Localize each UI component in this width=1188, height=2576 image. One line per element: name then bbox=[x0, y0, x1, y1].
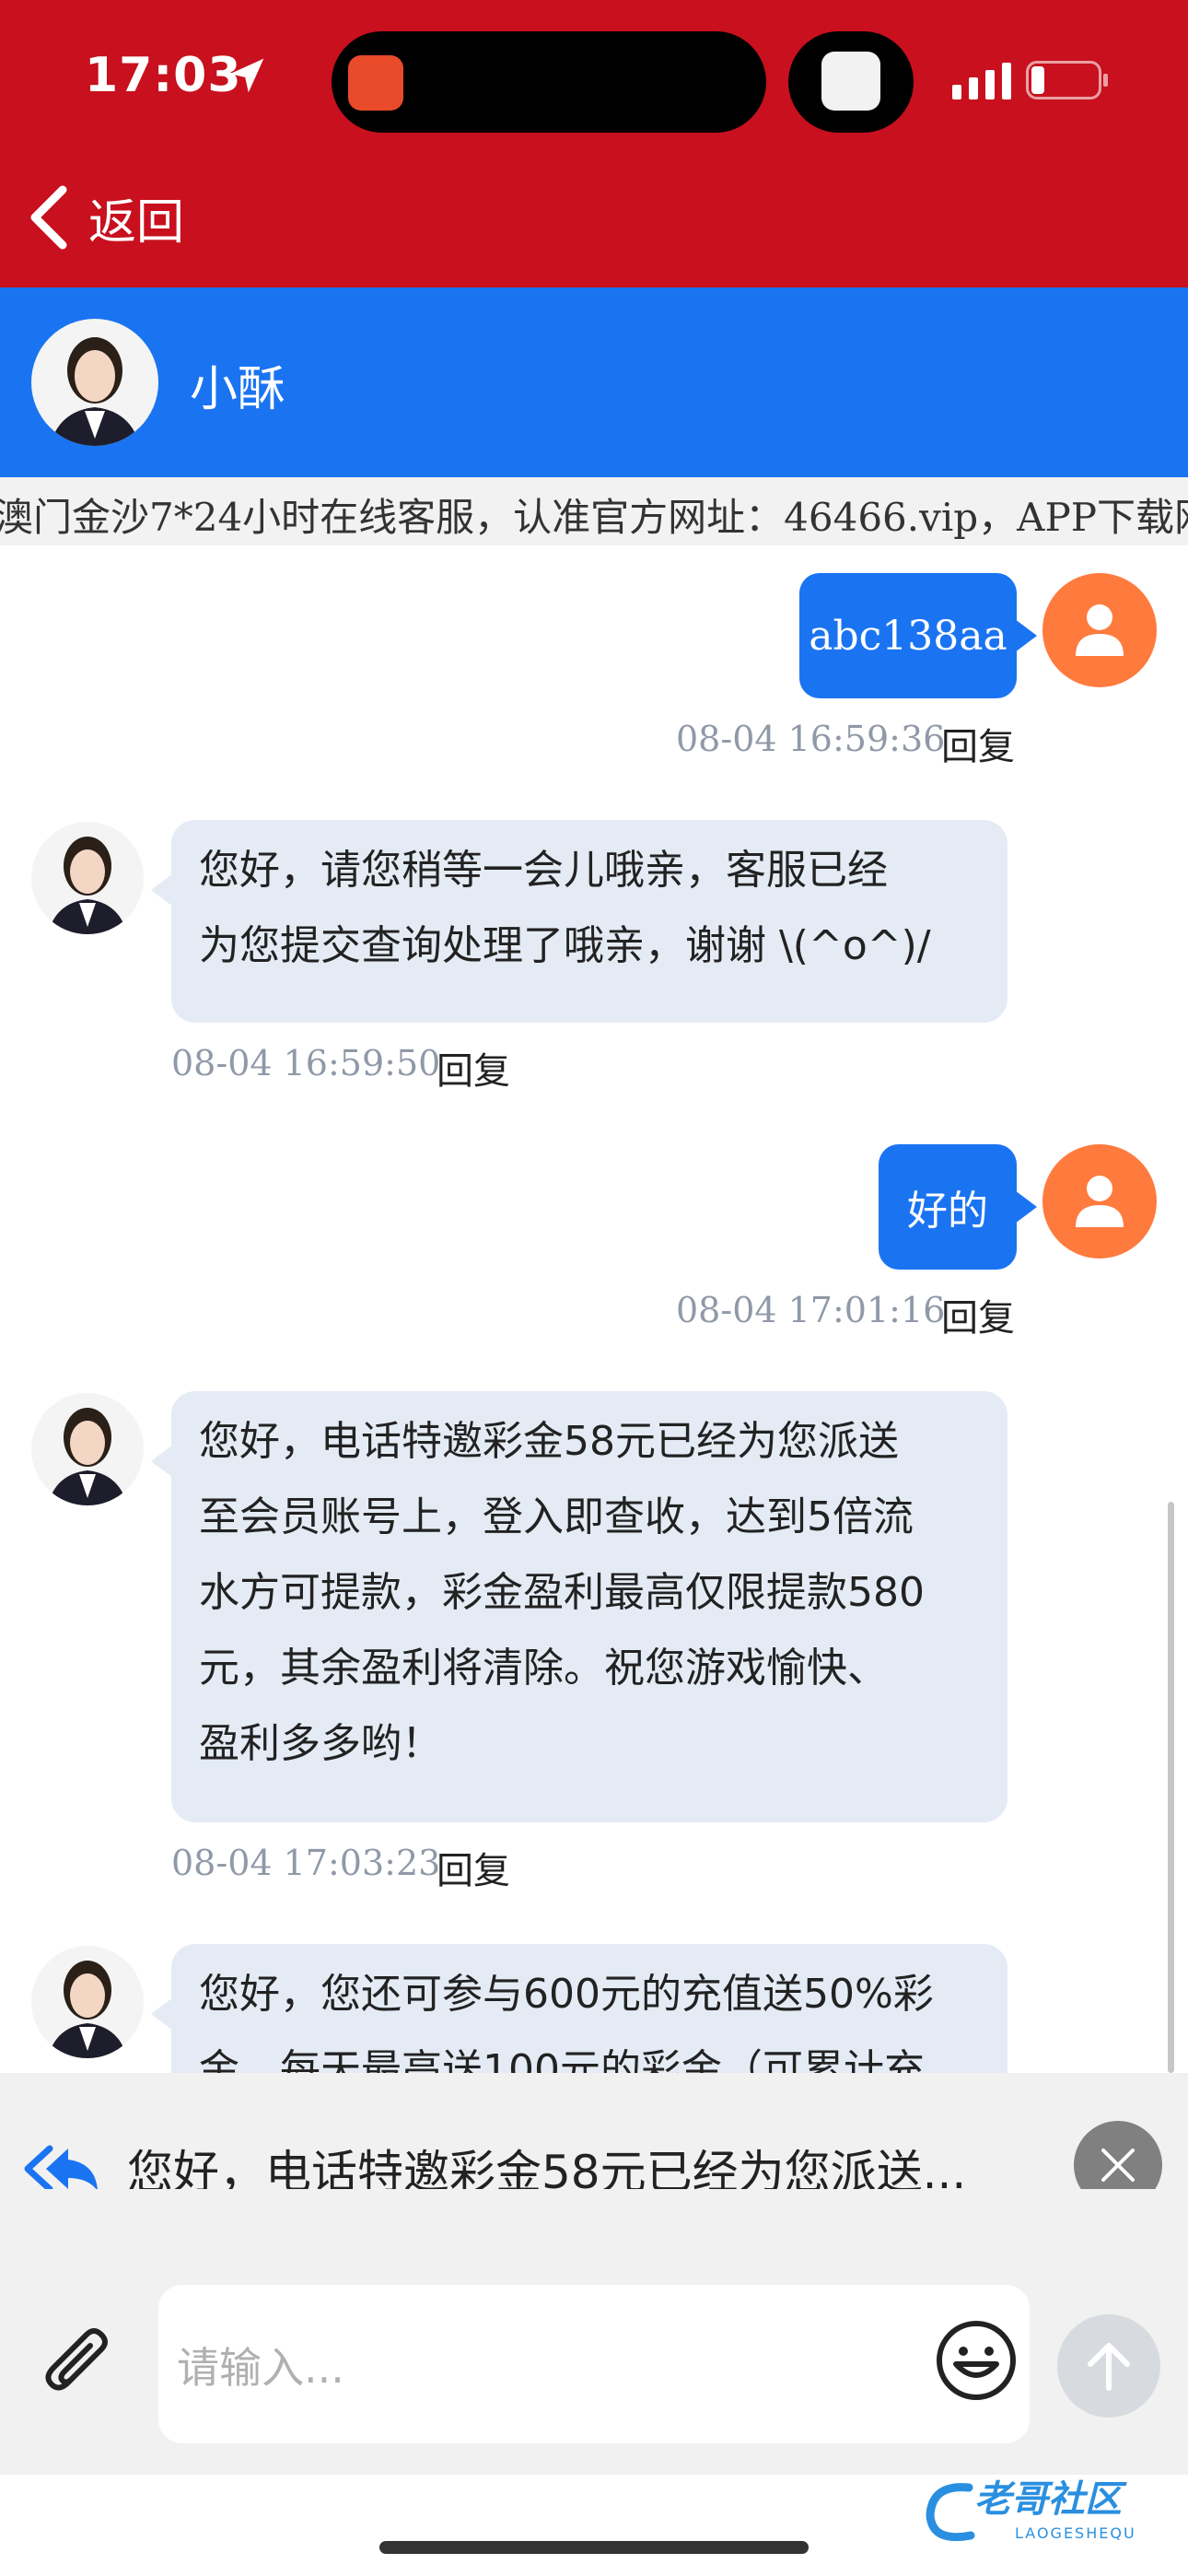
agent-message-avatar bbox=[31, 1393, 144, 1505]
live-activity-app-icon bbox=[348, 55, 403, 111]
agent-message-bubble[interactable]: 您好，您还可参与600元的充值送50%彩 金，每天最高送100元的彩金（可累计充 bbox=[151, 1944, 1007, 2073]
chat-area[interactable]: abc138aa 08-04 16:59:36 回复 您好，请您稍等一会儿哦亲，… bbox=[0, 545, 1188, 2073]
watermark-logo: 老哥社区 LAOGESHEQU bbox=[923, 2469, 1171, 2561]
message-text: 好的 bbox=[907, 1188, 988, 1235]
user-avatar bbox=[1042, 1144, 1157, 1259]
agent-header bbox=[0, 287, 1188, 477]
watermark-text: 老哥社区 bbox=[974, 2478, 1122, 2521]
message-line: 金，每天最高送100元的彩金（可累计充 bbox=[199, 2046, 925, 2073]
back-label: 返回 bbox=[88, 194, 185, 251]
user-icon bbox=[1076, 1176, 1124, 1227]
user-avatar bbox=[1042, 573, 1157, 687]
user-message-bubble[interactable]: abc138aa bbox=[799, 573, 1037, 698]
message-line: 您好，您还可参与600元的充值送50%彩 bbox=[199, 1971, 934, 2018]
agent-message-bubble[interactable]: 您好，请您稍等一会儿哦亲，客服已经 为您提交查询处理了哦亲，谢谢 \(^o^)/ bbox=[151, 820, 1007, 1023]
agent-message-bubble[interactable]: 您好，电话特邀彩金58元已经为您派送 至会员账号上，登入即查收，达到5倍流 水方… bbox=[151, 1391, 1007, 1822]
input-placeholder: 请输入... bbox=[177, 2343, 344, 2393]
message-line: 您好，请您稍等一会儿哦亲，客服已经 bbox=[199, 847, 888, 894]
announcement-marquee: 澳门金沙7*24小时在线客服，认准官方网址：46466.vip，APP下载网 bbox=[0, 477, 1188, 545]
agent-message-avatar bbox=[31, 1946, 144, 2058]
paperclip-icon[interactable] bbox=[35, 2324, 120, 2408]
marquee-text: 澳门金沙7*24小时在线客服，认准官方网址：46466.vip，APP下载网 bbox=[0, 495, 1188, 540]
home-indicator[interactable] bbox=[379, 2541, 809, 2554]
message-timestamp: 08-04 17:01:16 bbox=[676, 1290, 946, 1330]
user-message-bubble[interactable]: 好的 bbox=[879, 1144, 1037, 1270]
message-text: abc138aa bbox=[809, 612, 1007, 660]
battery-cap bbox=[1103, 74, 1108, 87]
message-line: 盈利多多哟！ bbox=[199, 1720, 442, 1767]
reply-link[interactable]: 回复 bbox=[941, 1288, 1015, 1341]
agent-message-avatar bbox=[31, 822, 144, 934]
reply-link[interactable]: 回复 bbox=[437, 1041, 510, 1095]
message-timestamp: 08-04 17:03:23 bbox=[171, 1843, 441, 1883]
arrow-up-icon bbox=[1088, 2343, 1130, 2391]
message-line: 您好，电话特邀彩金58元已经为您派送 bbox=[199, 1418, 899, 1465]
send-button[interactable] bbox=[1057, 2314, 1160, 2418]
watermark-subtext: LAOGESHEQU bbox=[1015, 2524, 1136, 2542]
location-arrow-icon bbox=[229, 58, 264, 93]
back-button[interactable]: 返回 bbox=[26, 181, 184, 254]
message-line: 为您提交查询处理了哦亲，谢谢 \(^o^)/ bbox=[199, 922, 931, 969]
message-line: 水方可提款，彩金盈利最高仅限提款580 bbox=[199, 1569, 925, 1616]
user-icon bbox=[1076, 604, 1124, 656]
signal-icon bbox=[952, 63, 1011, 100]
message-line: 元，其余盈利将清除。祝您游戏愉快、 bbox=[199, 1645, 888, 1692]
agent-name: 小酥 bbox=[190, 362, 286, 417]
secondary-app-icon bbox=[821, 52, 880, 111]
close-icon bbox=[1101, 2149, 1135, 2182]
battery-level bbox=[1031, 66, 1044, 94]
chevron-left-icon bbox=[30, 185, 67, 250]
emoji-icon[interactable] bbox=[934, 2318, 1019, 2403]
reply-link[interactable]: 回复 bbox=[437, 1841, 510, 1894]
agent-avatar[interactable] bbox=[31, 319, 158, 446]
chat-scrollbar[interactable] bbox=[1168, 1502, 1174, 2073]
reply-link[interactable]: 回复 bbox=[941, 717, 1015, 770]
message-timestamp: 08-04 16:59:36 bbox=[676, 719, 946, 759]
message-line: 至会员账号上，登入即查收，达到5倍流 bbox=[199, 1493, 914, 1540]
reply-all-icon bbox=[24, 2145, 98, 2193]
message-timestamp: 08-04 16:59:50 bbox=[171, 1043, 441, 1083]
status-time: 17:03 bbox=[85, 48, 242, 103]
